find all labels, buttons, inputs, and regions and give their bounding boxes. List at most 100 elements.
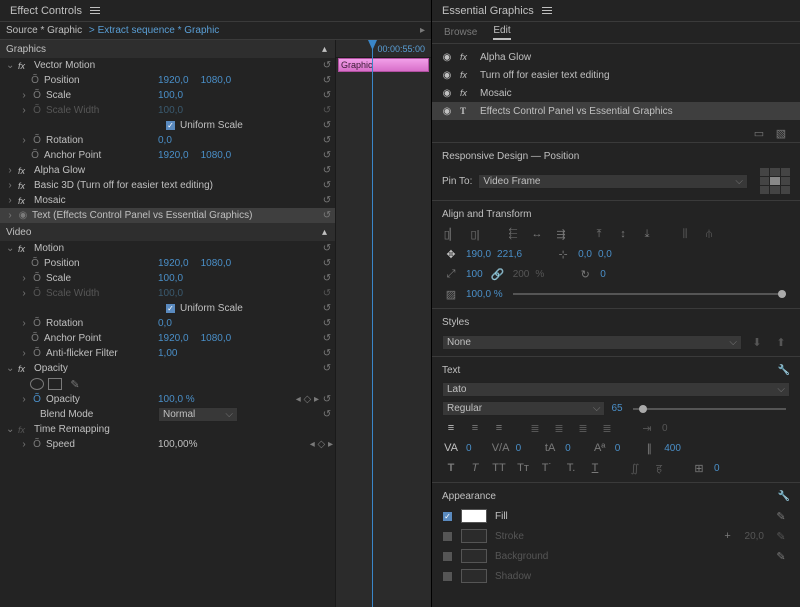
stroke-width[interactable]: 20,0 xyxy=(745,531,764,542)
align-center-h-icon[interactable]: ▯| xyxy=(466,226,484,242)
timeline-clip[interactable]: Graphic xyxy=(338,58,429,72)
anch-y[interactable]: 0,0 xyxy=(598,249,612,260)
layer-item[interactable]: ◉TEffects Control Panel vs Essential Gra… xyxy=(432,102,800,120)
stopwatch-icon[interactable]: Õ xyxy=(32,394,42,405)
eyedropper-icon[interactable]: ✎ xyxy=(772,528,790,544)
twirl-icon[interactable]: › xyxy=(20,439,28,450)
reset-icon[interactable]: ↺ xyxy=(321,165,333,177)
opacity-val[interactable]: 100,0 % xyxy=(466,289,503,300)
faux-italic-icon[interactable]: T xyxy=(466,460,484,476)
keyframe-nav[interactable]: ◂ ◇ ▸ xyxy=(296,394,319,405)
prop-motion-position[interactable]: ÕPosition1920,01080,0↺ xyxy=(0,256,335,271)
value-position[interactable]: 1920,01080,0 xyxy=(158,75,231,86)
twirl-icon[interactable]: › xyxy=(6,210,14,221)
eye-icon[interactable]: ◉ xyxy=(440,88,454,99)
reset-icon[interactable]: ↺ xyxy=(321,409,333,421)
reset-icon[interactable]: ↺ xyxy=(321,394,333,406)
underline-icon[interactable]: T xyxy=(586,460,604,476)
mask-ellipse-button[interactable] xyxy=(30,378,44,390)
checkbox-shadow[interactable] xyxy=(442,571,453,582)
justify-center-icon[interactable]: ≣ xyxy=(550,420,568,436)
prop-rotation[interactable]: ›Õ Rotation 0,0 ↺ xyxy=(0,133,335,148)
keyframe-nav[interactable]: ◂ ◇ ▸ xyxy=(310,439,333,450)
collapse-up-icon[interactable]: ▴ xyxy=(322,44,327,55)
fx-badge-icon[interactable]: fx xyxy=(18,196,30,206)
tab-icon[interactable]: ⇥ xyxy=(638,420,656,436)
fx-badge-icon[interactable]: fx xyxy=(18,364,30,374)
eyedropper-icon[interactable]: ✎ xyxy=(772,508,790,524)
twirl-icon[interactable]: › xyxy=(20,135,28,146)
stopwatch-icon[interactable]: Õ xyxy=(32,273,42,284)
wrench-icon[interactable]: 🔧 xyxy=(778,491,790,502)
twirl-icon[interactable]: › xyxy=(6,180,14,191)
stopwatch-icon[interactable]: Õ xyxy=(32,318,42,329)
rot-val[interactable]: 0 xyxy=(600,269,606,280)
rotation-icon[interactable]: ↻ xyxy=(576,266,594,282)
reset-icon[interactable]: ↺ xyxy=(321,150,333,162)
layer-item[interactable]: ◉fxTurn off for easier text editing xyxy=(432,66,800,84)
reset-icon[interactable]: ↺ xyxy=(321,210,333,222)
twirl-icon[interactable]: › xyxy=(20,318,28,329)
prop-uniform-scale[interactable]: ✓ Uniform Scale ↺ xyxy=(0,118,335,133)
stopwatch-icon[interactable]: Õ xyxy=(32,135,42,146)
mask-pen-button[interactable]: ✎ xyxy=(66,376,84,392)
position-icon[interactable]: ✥ xyxy=(442,246,460,262)
superscript-icon[interactable]: T˙ xyxy=(538,460,556,476)
mask-rect-button[interactable] xyxy=(48,378,62,390)
fx-row-vector-motion[interactable]: ⌄ fx Vector Motion ↺ xyxy=(0,58,335,73)
reset-icon[interactable]: ↺ xyxy=(321,273,333,285)
align-top-icon[interactable]: ⤒ xyxy=(590,226,608,242)
fx-row-opacity[interactable]: ⌄fxOpacity↺ xyxy=(0,361,335,376)
prop-speed[interactable]: ›ÕSpeed100,00%◂ ◇ ▸ xyxy=(0,437,335,452)
anch-x[interactable]: 0,0 xyxy=(578,249,592,260)
twirl-icon[interactable]: ⌄ xyxy=(6,243,14,254)
reset-icon[interactable]: ↺ xyxy=(321,318,333,330)
twirl-icon[interactable]: ⌄ xyxy=(6,363,14,374)
prop-anchor-point[interactable]: Õ Anchor Point 1920,01080,0 ↺ xyxy=(0,148,335,163)
new-layer-icon[interactable]: ▧ xyxy=(772,125,790,141)
text-align-right-icon[interactable]: ≡ xyxy=(490,420,508,436)
value-scale[interactable]: 100,0 xyxy=(158,90,183,101)
video-header[interactable]: Video ▴ xyxy=(0,223,335,241)
opacity-icon[interactable]: ▨ xyxy=(442,286,460,302)
checkbox-uniform-scale[interactable]: ✓ xyxy=(165,303,176,314)
wrench-icon[interactable]: 🔧 xyxy=(778,365,790,376)
fx-row-alpha-glow[interactable]: ›fxAlpha Glow↺ xyxy=(0,163,335,178)
twirl-icon[interactable]: ⌄ xyxy=(6,60,14,71)
stopwatch-icon[interactable]: Õ xyxy=(32,90,42,101)
reset-icon[interactable]: ↺ xyxy=(321,195,333,207)
layer-item[interactable]: ◉fxMosaic xyxy=(432,84,800,102)
stopwatch-icon[interactable]: Õ xyxy=(30,333,40,344)
checkbox-fill[interactable]: ✓ xyxy=(442,511,453,522)
pos-x[interactable]: 190,0 xyxy=(466,249,491,260)
fx-row-time-remap[interactable]: ⌄fxTime Remapping xyxy=(0,422,335,437)
twirl-icon[interactable]: ⌄ xyxy=(6,424,14,435)
leading-icon[interactable]: tA xyxy=(541,440,559,456)
link-icon[interactable]: 🔗 xyxy=(489,266,507,282)
align-bottom-icon[interactable]: ⤓ xyxy=(638,226,656,242)
mini-timeline[interactable]: 00:00:55:00 Graphic xyxy=(335,40,431,607)
stopwatch-icon[interactable]: Õ xyxy=(32,439,42,450)
faux-bold-icon[interactable]: T xyxy=(442,460,460,476)
tracking-icon[interactable]: V/A xyxy=(492,440,510,456)
checkbox-stroke[interactable] xyxy=(442,531,453,542)
add-stroke-icon[interactable]: + xyxy=(719,528,737,544)
tsume-icon[interactable]: ∥ xyxy=(640,440,658,456)
baseline-icon[interactable]: Aª xyxy=(591,440,609,456)
eye-icon[interactable]: ◉ xyxy=(440,70,454,81)
align-left-icon[interactable]: ▯▏ xyxy=(442,226,460,242)
fx-badge-icon[interactable]: fx xyxy=(18,425,30,435)
panel-menu-icon[interactable] xyxy=(542,7,552,14)
align-right-edge-icon[interactable]: ⇶ xyxy=(552,226,570,242)
clip-icon[interactable]: ◉ xyxy=(18,210,28,221)
reset-icon[interactable]: ↺ xyxy=(321,180,333,192)
subscript-icon[interactable]: T. xyxy=(562,460,580,476)
fx-badge-icon[interactable]: fx xyxy=(18,166,30,176)
prop-motion-scale[interactable]: ›ÕScale100,0↺ xyxy=(0,271,335,286)
pull-style-icon[interactable]: ⬆ xyxy=(772,334,790,350)
reset-icon[interactable]: ↺ xyxy=(321,90,333,102)
allcaps-icon[interactable]: TT xyxy=(490,460,508,476)
scale-icon[interactable]: ⤢ xyxy=(442,266,460,282)
fx-row-basic3d[interactable]: ›fxBasic 3D (Turn off for easier text ed… xyxy=(0,178,335,193)
justify-all-icon[interactable]: ≣ xyxy=(598,420,616,436)
